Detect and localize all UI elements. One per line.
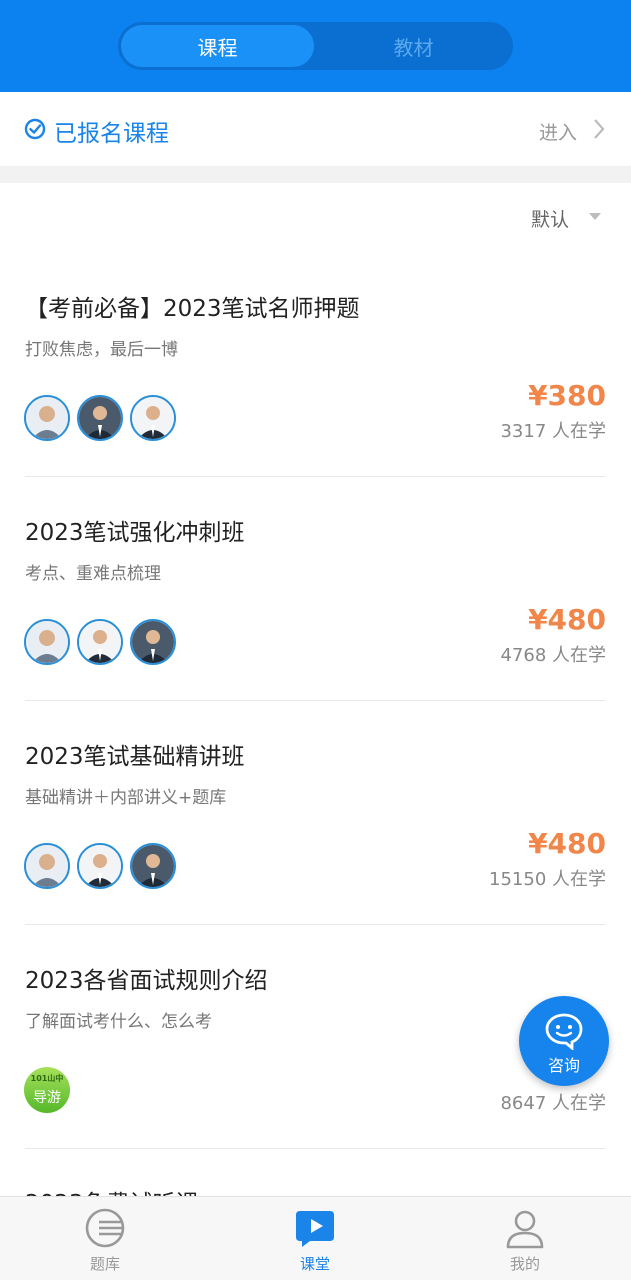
enrolled-courses-row[interactable]: 已报名课程 进入	[0, 92, 631, 166]
divider	[25, 1148, 606, 1149]
enrolled-courses-title: 已报名课程	[54, 121, 169, 147]
bottom-tab-bar: 题库 课堂 我的	[0, 1196, 631, 1280]
chat-bubble-icon	[545, 1013, 583, 1050]
app-page: 课程 教材 已报名课程 进入 默认 【考前必备】2023笔试名师押题 打败焦虑，…	[0, 0, 631, 1280]
tab-label: 课堂	[299, 1255, 330, 1273]
consult-label: 咨询	[547, 1056, 580, 1075]
consult-button[interactable]: 咨询	[519, 996, 609, 1086]
teacher-avatar	[130, 619, 176, 665]
sort-bar: 默认	[0, 183, 631, 253]
teacher-avatars	[24, 843, 183, 889]
teacher-avatar	[77, 395, 123, 441]
check-circle-icon	[24, 118, 46, 140]
classroom-play-icon	[296, 1211, 334, 1247]
teacher-avatar	[24, 843, 70, 889]
learner-count: 8647 人在学	[500, 1093, 606, 1114]
learner-count: 3317 人在学	[500, 421, 606, 442]
teacher-avatar	[130, 395, 176, 441]
course-price: ¥480	[528, 603, 606, 636]
course-subtitle: 考点、重难点梳理	[25, 564, 161, 584]
segmented-control: 课程 教材	[118, 22, 513, 70]
course-title: 2023笔试基础精讲班	[25, 744, 245, 770]
course-subtitle: 打败焦虑，最后一博	[25, 340, 178, 360]
learner-count: 15150 人在学	[489, 869, 606, 890]
course-title: 2023各省面试规则介绍	[25, 968, 268, 994]
question-bank-icon	[85, 1208, 125, 1248]
course-title: 2023笔试强化冲刺班	[25, 520, 245, 546]
tab-question-bank[interactable]: 题库	[0, 1197, 210, 1280]
sort-dropdown[interactable]: 默认	[531, 205, 569, 232]
teacher-avatars: 101山中 导游	[24, 1067, 70, 1113]
course-card[interactable]: 【考前必备】2023笔试名师押题 打败焦虑，最后一博 ¥380 3317 人在学	[0, 253, 631, 477]
badge-brand-text: 101山中	[30, 1074, 64, 1083]
tab-textbooks[interactable]: 教材	[317, 25, 510, 67]
course-card[interactable]: 2023笔试基础精讲班 基础精讲＋内部讲义+题库 ¥480 15150 人在学	[0, 701, 631, 925]
section-gap	[0, 166, 631, 183]
tab-courses[interactable]: 课程	[121, 25, 314, 67]
teacher-avatars	[24, 619, 183, 665]
course-card[interactable]: 2023笔试强化冲刺班 考点、重难点梳理 ¥480 4768 人在学	[0, 477, 631, 701]
course-title: 【考前必备】2023笔试名师押题	[25, 296, 360, 322]
course-subtitle: 基础精讲＋内部讲义+题库	[25, 788, 227, 808]
course-price: ¥380	[528, 379, 606, 412]
profile-icon	[506, 1210, 544, 1249]
teacher-avatar	[130, 843, 176, 889]
top-bar: 课程 教材	[0, 0, 631, 92]
teacher-avatars	[24, 395, 183, 441]
course-subtitle: 了解面试考什么、怎么考	[25, 1012, 212, 1032]
tour-guide-badge: 101山中 导游	[24, 1067, 70, 1113]
tab-label: 我的	[509, 1255, 540, 1273]
chevron-right-icon	[594, 119, 605, 139]
teacher-avatar	[77, 619, 123, 665]
teacher-avatar	[77, 843, 123, 889]
tab-classroom[interactable]: 课堂	[210, 1197, 420, 1280]
enter-link[interactable]: 进入	[539, 118, 577, 145]
teacher-avatar	[24, 619, 70, 665]
teacher-avatar	[24, 395, 70, 441]
tab-label: 题库	[89, 1255, 120, 1273]
badge-label: 导游	[33, 1090, 61, 1106]
learner-count: 4768 人在学	[500, 645, 606, 666]
tab-profile[interactable]: 我的	[420, 1197, 630, 1280]
dropdown-arrow-icon[interactable]	[589, 213, 601, 220]
course-price: ¥480	[528, 827, 606, 860]
